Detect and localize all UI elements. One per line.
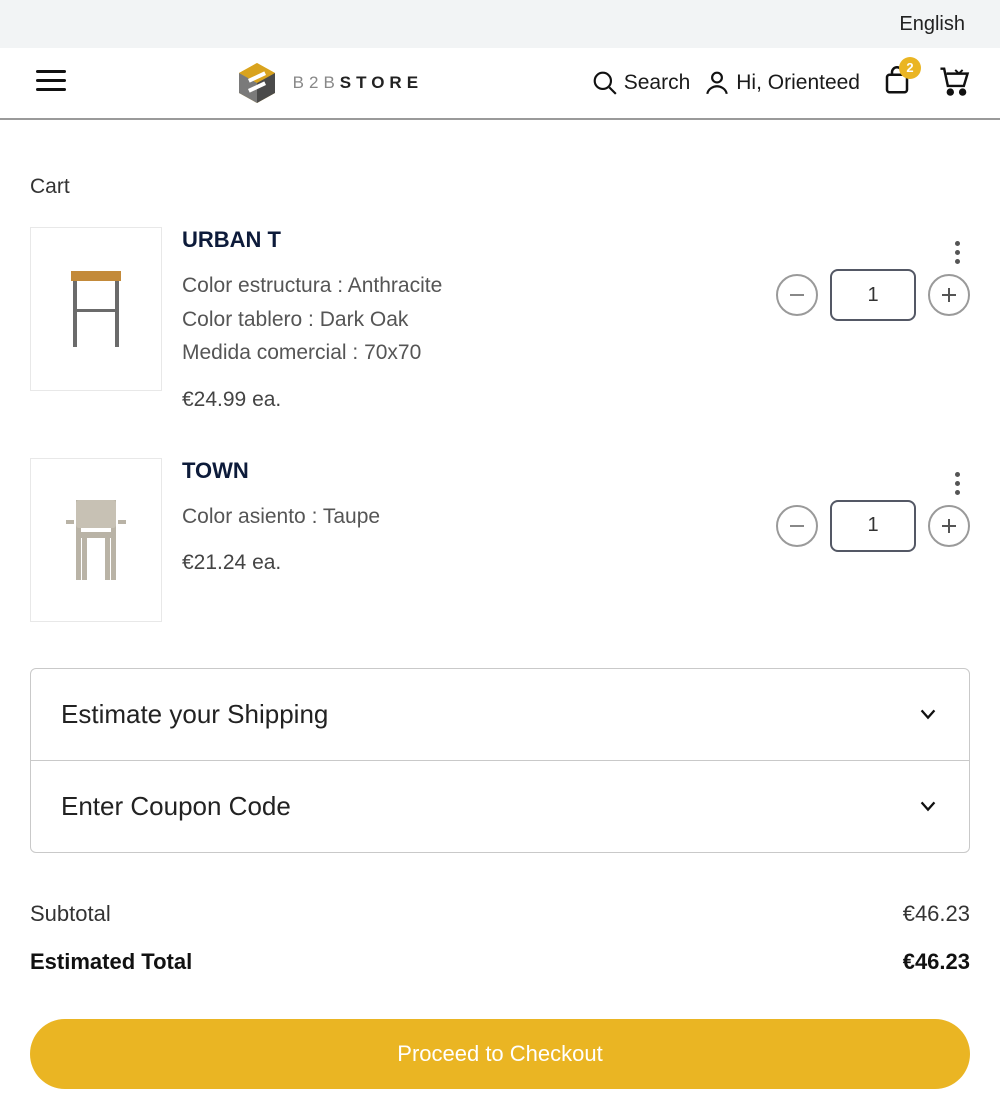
item-attribute: Color estructura : Anthracite <box>182 269 776 303</box>
accordion-label: Enter Coupon Code <box>61 791 291 822</box>
account-link[interactable]: Hi, Orienteed <box>704 70 860 96</box>
user-icon <box>704 70 730 96</box>
coupon-code-toggle[interactable]: Enter Coupon Code <box>31 760 969 852</box>
kebab-icon <box>955 481 960 486</box>
item-unit-price: €24.99 ea. <box>182 388 776 412</box>
main-header: B2BSTORE Search Hi, Orienteed 2 <box>0 48 1000 120</box>
logo[interactable]: B2BSTORE <box>66 61 592 105</box>
header-actions: Search Hi, Orienteed 2 <box>592 66 970 101</box>
item-info: TOWN Color asiento : Taupe €21.24 ea. <box>182 458 776 576</box>
quantity-input[interactable] <box>830 500 916 552</box>
estimated-total-label: Estimated Total <box>30 949 192 975</box>
subtotal-line: Subtotal €46.23 <box>30 901 970 927</box>
increment-button[interactable] <box>928 274 970 316</box>
page-title: Cart <box>30 175 970 199</box>
item-unit-price: €21.24 ea. <box>182 551 776 575</box>
estimated-total-line: Estimated Total €46.23 <box>30 949 970 975</box>
menu-icon[interactable] <box>36 70 66 97</box>
estimated-total-value: €46.23 <box>903 949 970 975</box>
checkout-button[interactable]: Proceed to Checkout <box>30 1019 970 1089</box>
item-name: TOWN <box>182 458 776 484</box>
item-attribute: Color asiento : Taupe <box>182 500 776 534</box>
item-attribute: Color tablero : Dark Oak <box>182 303 776 337</box>
chevron-down-icon <box>917 703 939 725</box>
bag-badge: 2 <box>899 57 921 79</box>
plus-icon <box>941 287 957 303</box>
greeting-text: Hi, Orienteed <box>736 71 860 95</box>
product-image-icon <box>52 490 140 590</box>
subtotal-value: €46.23 <box>903 901 970 927</box>
logo-text: B2BSTORE <box>293 73 423 93</box>
kebab-icon <box>955 472 960 477</box>
chevron-down-icon <box>917 795 939 817</box>
subtotal-label: Subtotal <box>30 901 111 927</box>
kebab-icon <box>955 241 960 246</box>
product-image-icon <box>57 261 135 357</box>
cart-totals: Subtotal €46.23 Estimated Total €46.23 <box>30 901 970 975</box>
quantity-input[interactable] <box>830 269 916 321</box>
quantity-stepper <box>776 500 970 552</box>
quantity-stepper <box>776 269 970 321</box>
item-name: URBAN T <box>182 227 776 253</box>
increment-button[interactable] <box>928 505 970 547</box>
cart-item: URBAN T Color estructura : Anthracite Co… <box>30 227 970 412</box>
decrement-button[interactable] <box>776 505 818 547</box>
logo-icon <box>235 61 279 105</box>
kebab-icon <box>955 250 960 255</box>
search-label: Search <box>624 71 691 95</box>
decrement-button[interactable] <box>776 274 818 316</box>
kebab-icon <box>955 490 960 495</box>
language-selector[interactable]: English <box>899 13 965 36</box>
item-thumbnail[interactable] <box>30 458 162 622</box>
orders-link[interactable]: 2 <box>882 66 912 101</box>
search-icon <box>592 70 618 96</box>
item-menu-button[interactable] <box>951 464 964 503</box>
minus-icon <box>789 518 805 534</box>
minus-icon <box>789 287 805 303</box>
top-language-bar: English <box>0 0 1000 48</box>
item-info: URBAN T Color estructura : Anthracite Co… <box>182 227 776 412</box>
estimate-shipping-toggle[interactable]: Estimate your Shipping <box>31 669 969 760</box>
cart-item: TOWN Color asiento : Taupe €21.24 ea. <box>30 458 970 622</box>
item-menu-button[interactable] <box>951 233 964 272</box>
accordion-label: Estimate your Shipping <box>61 699 328 730</box>
item-thumbnail[interactable] <box>30 227 162 391</box>
search-button[interactable]: Search <box>592 70 691 96</box>
cart-link[interactable] <box>938 66 970 101</box>
plus-icon <box>941 518 957 534</box>
cart-icon <box>938 66 970 96</box>
kebab-icon <box>955 259 960 264</box>
item-attribute: Medida comercial : 70x70 <box>182 336 776 370</box>
cart-page: Cart URBAN T Color estructura : Anthraci… <box>0 120 1000 1119</box>
cart-accordion: Estimate your Shipping Enter Coupon Code <box>30 668 970 853</box>
